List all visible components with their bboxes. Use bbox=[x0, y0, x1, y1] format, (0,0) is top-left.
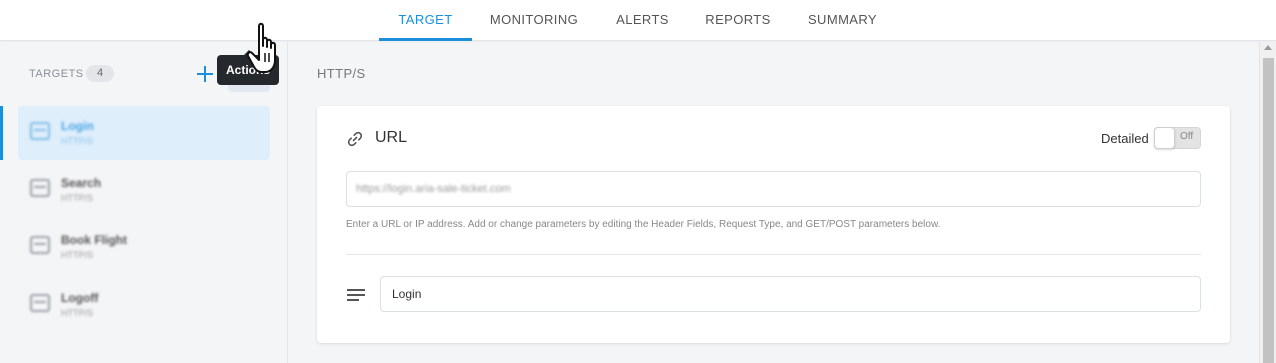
target-type: HTTP/S bbox=[61, 193, 94, 203]
top-tab-bar: TARGET MONITORING ALERTS REPORTS SUMMARY bbox=[0, 0, 1276, 41]
target-icon bbox=[30, 294, 50, 312]
targets-panel: TARGETS 4 Login HTTP/S Search HTTP/S Boo… bbox=[0, 42, 288, 363]
target-type: HTTP/S bbox=[61, 308, 94, 318]
tab-monitoring[interactable]: MONITORING bbox=[480, 0, 588, 41]
url-value: https://login.aria-sale-ticket.com bbox=[356, 183, 511, 195]
scroll-up-arrow-icon[interactable] bbox=[1264, 45, 1272, 50]
target-name-input[interactable]: Login bbox=[380, 276, 1201, 312]
tab-reports[interactable]: REPORTS bbox=[697, 0, 779, 41]
target-name: Login bbox=[61, 119, 94, 133]
tab-target[interactable]: TARGET bbox=[379, 0, 472, 41]
target-icon bbox=[30, 122, 50, 140]
target-type: HTTP/S bbox=[61, 250, 94, 260]
scrollbar-thumb[interactable] bbox=[1263, 58, 1274, 363]
target-name: Search bbox=[61, 176, 102, 190]
target-type: HTTP/S bbox=[61, 136, 94, 146]
scrollbar[interactable] bbox=[1259, 42, 1276, 363]
target-icon bbox=[30, 236, 50, 254]
target-icon bbox=[30, 179, 50, 197]
link-icon bbox=[347, 131, 363, 147]
plus-icon bbox=[197, 66, 213, 82]
target-item-login[interactable]: Login HTTP/S bbox=[18, 106, 270, 160]
url-hint: Enter a URL or IP address. Add or change… bbox=[346, 219, 941, 230]
target-name: Logoff bbox=[61, 291, 99, 305]
detailed-toggle[interactable]: Off bbox=[1154, 127, 1201, 149]
url-input[interactable]: https://login.aria-sale-ticket.com bbox=[346, 171, 1201, 207]
active-tab-indicator bbox=[379, 38, 472, 41]
target-item-logoff[interactable]: Logoff HTTP/S bbox=[18, 278, 270, 332]
add-target-button[interactable] bbox=[194, 61, 216, 87]
divider bbox=[346, 254, 1201, 255]
toggle-state: Off bbox=[1180, 131, 1194, 142]
tab-alerts[interactable]: ALERTS bbox=[605, 0, 680, 41]
target-item-search[interactable]: Search HTTP/S bbox=[18, 163, 270, 217]
tab-summary[interactable]: SUMMARY bbox=[797, 0, 888, 41]
detailed-label: Detailed bbox=[1101, 131, 1149, 146]
targets-count-badge: 4 bbox=[86, 65, 114, 82]
selected-indicator bbox=[0, 106, 3, 160]
target-name: Book Flight bbox=[61, 233, 127, 247]
section-title: HTTP/S bbox=[317, 66, 366, 81]
card-title: URL bbox=[375, 129, 408, 146]
toggle-knob bbox=[1154, 127, 1175, 149]
target-item-book-flight[interactable]: Book Flight HTTP/S bbox=[18, 220, 270, 274]
hand-cursor-icon bbox=[246, 22, 276, 73]
text-lines-icon bbox=[347, 289, 365, 303]
targets-header-label: TARGETS bbox=[29, 68, 84, 80]
url-card: URL Detailed Off https://login.aria-sale… bbox=[317, 106, 1230, 343]
